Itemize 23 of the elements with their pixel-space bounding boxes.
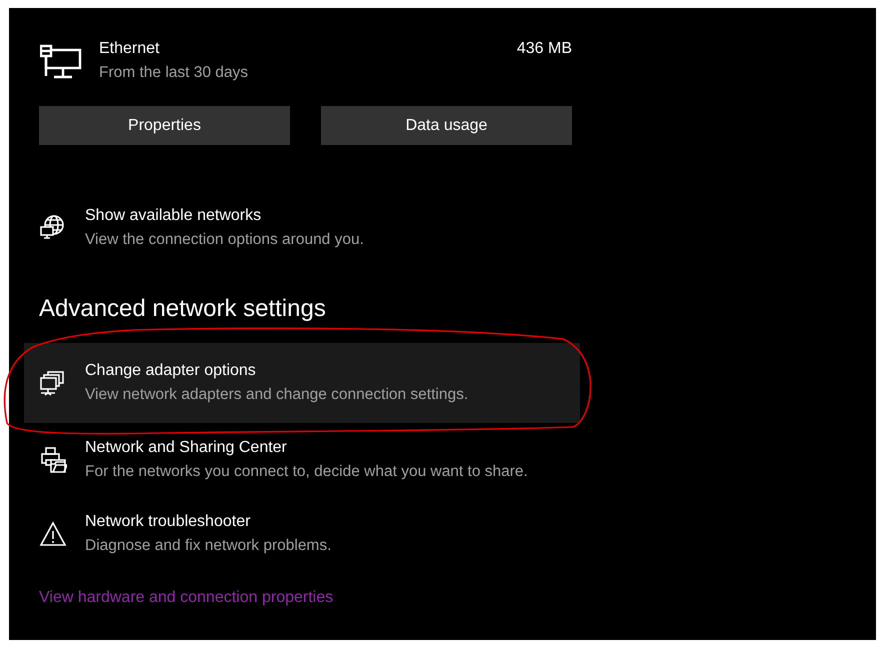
item-description: Diagnose and fix network problems. xyxy=(85,537,332,555)
settings-item[interactable]: Network troubleshooter Diagnose and fix network problems. xyxy=(24,497,580,571)
ethernet-monitor-icon xyxy=(40,44,82,80)
item-description: View network adapters and change connection settings. xyxy=(85,386,468,404)
settings-item[interactable]: Network and Sharing Center For the networks you connect to, decide what you want to share. xyxy=(24,423,580,497)
warning-icon xyxy=(39,520,67,548)
item-title: Network troubleshooter xyxy=(85,513,252,531)
action-button[interactable]: Data usage xyxy=(321,106,572,145)
usage-period: From the last 30 days xyxy=(99,64,250,82)
connection-name: Ethernet xyxy=(99,40,160,58)
item-title: Network and Sharing Center xyxy=(85,439,288,457)
data-usage-amount: 436 MB xyxy=(516,40,572,58)
item-description: For the networks you connect to, decide what you want to share. xyxy=(85,463,528,481)
item-description: View the connection options around you. xyxy=(85,231,364,249)
printer-folder-icon xyxy=(39,446,67,474)
globe-monitor-icon xyxy=(39,214,67,242)
settings-item[interactable]: Change adapter options View network adapters and change connection settings. xyxy=(24,343,580,423)
item-title: Show available networks xyxy=(85,207,262,225)
action-button[interactable]: Properties xyxy=(39,106,290,145)
settings-item[interactable]: Show available networks View the connection options around you. xyxy=(24,191,580,265)
section-heading: Advanced network settings xyxy=(39,295,327,323)
item-title: Change adapter options xyxy=(85,362,257,380)
network-adapters-icon xyxy=(39,369,67,397)
